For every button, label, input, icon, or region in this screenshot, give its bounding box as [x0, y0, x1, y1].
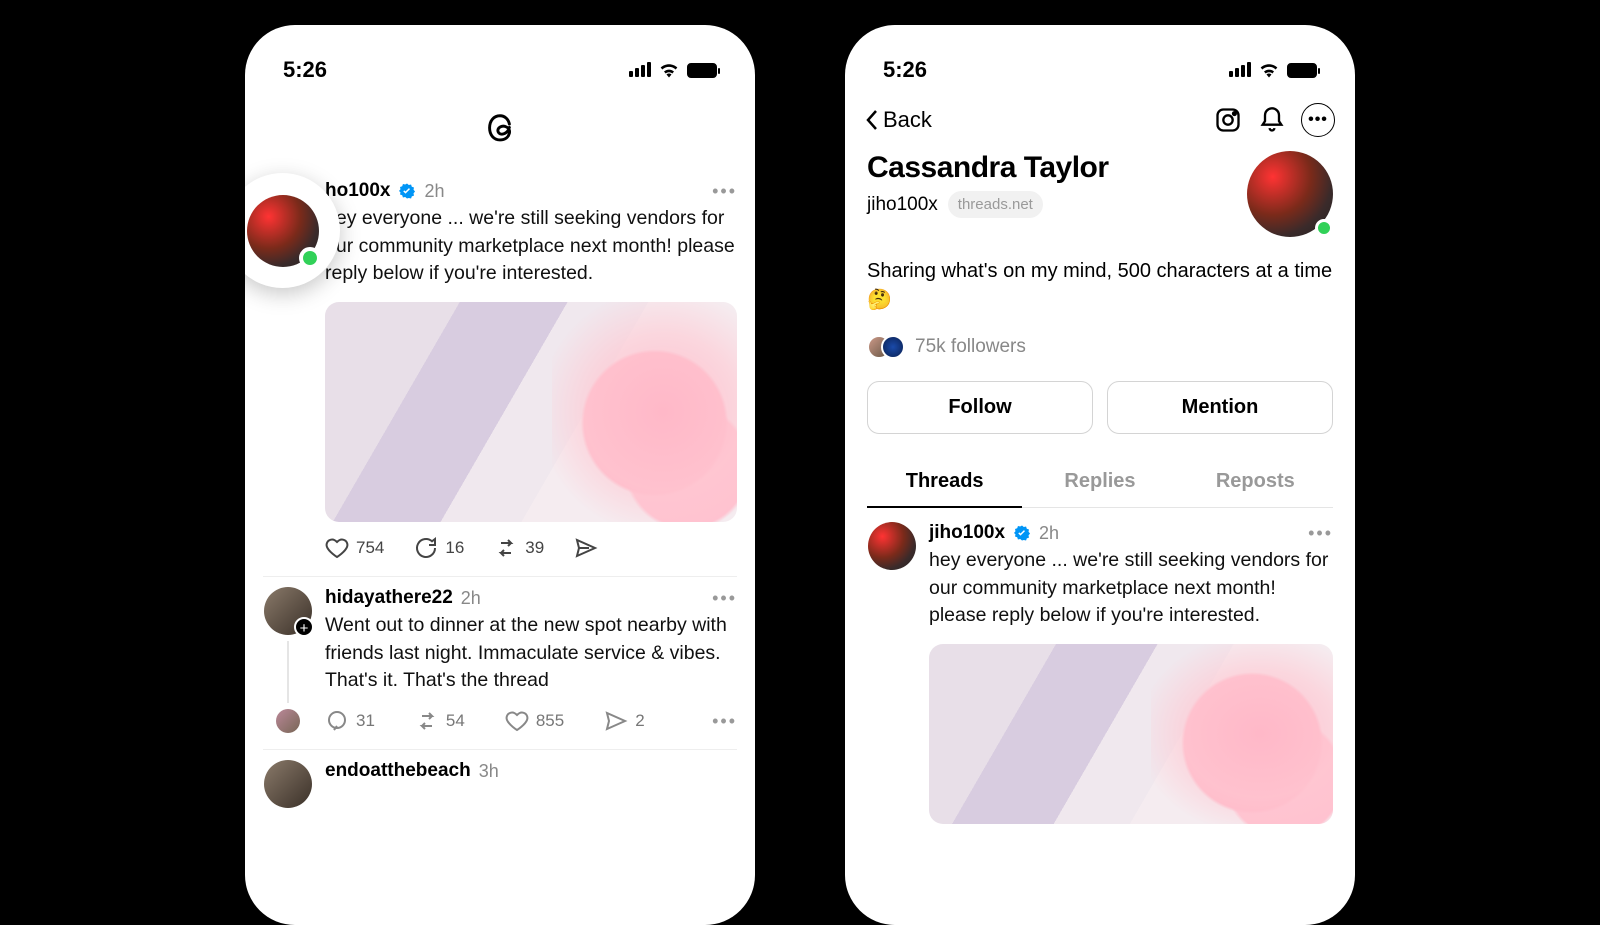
more-options-button[interactable]: •••	[1301, 103, 1335, 137]
comment-button[interactable]: 31	[325, 709, 375, 733]
share-button[interactable]: 2	[604, 709, 644, 733]
follow-button[interactable]: Follow	[867, 381, 1093, 434]
status-indicators	[629, 62, 717, 78]
online-status-dot	[299, 247, 321, 269]
profile-tabs: Threads Replies Reposts	[867, 458, 1333, 508]
wifi-icon	[1259, 62, 1279, 78]
add-icon[interactable]: +	[294, 617, 314, 637]
post-timestamp: 3h	[479, 761, 499, 782]
post-more-button[interactable]: •••	[712, 588, 737, 609]
post-username[interactable]: ho100x	[325, 180, 390, 202]
tab-replies[interactable]: Replies	[1022, 458, 1177, 507]
instagram-icon	[1214, 106, 1242, 134]
back-button[interactable]: Back	[865, 107, 932, 133]
verified-badge-icon	[1013, 524, 1031, 542]
avatar[interactable]: +	[264, 587, 312, 635]
bell-icon	[1258, 106, 1286, 134]
handle: jiho100x	[867, 194, 938, 216]
status-bar: 5:26	[245, 45, 755, 93]
status-time: 5:26	[283, 57, 327, 83]
post-body: Went out to dinner at the new spot nearb…	[325, 612, 737, 695]
like-count: 754	[356, 538, 384, 558]
post[interactable]: + hidayathere22 2h ••• Went out to dinne…	[263, 577, 737, 750]
tab-threads[interactable]: Threads	[867, 458, 1022, 507]
post-timestamp: 2h	[461, 588, 481, 609]
post-more-button[interactable]: •••	[1308, 523, 1333, 544]
ellipsis-icon: •••	[1308, 111, 1328, 129]
like-count: 855	[536, 711, 564, 731]
cellular-icon	[629, 63, 651, 77]
post-timestamp: 2h	[424, 181, 444, 202]
post-actions: 754 16 39	[325, 536, 737, 560]
status-indicators	[1229, 62, 1317, 78]
status-bar: 5:26	[845, 45, 1355, 93]
tab-reposts[interactable]: Reposts	[1178, 458, 1333, 507]
back-label: Back	[883, 107, 932, 133]
repost-count: 54	[446, 711, 465, 731]
phone-left: 5:26 ho100x 2h ••• hey everyone ... we'r	[245, 25, 755, 925]
online-status-dot	[1315, 219, 1333, 237]
like-button[interactable]: 855	[505, 709, 564, 733]
repost-button[interactable]: 39	[494, 536, 544, 560]
verified-badge-icon	[398, 182, 416, 200]
threads-logo[interactable]	[245, 93, 755, 170]
follower-avatars	[867, 335, 905, 359]
wifi-icon	[659, 62, 679, 78]
avatar[interactable]	[868, 522, 916, 570]
thread-line	[287, 641, 289, 703]
post-username[interactable]: jiho100x	[929, 522, 1005, 544]
post[interactable]: jiho100x 2h ••• hey everyone ... we're s…	[867, 522, 1333, 824]
post-body: hey everyone ... we're still seeking ven…	[929, 547, 1333, 630]
post-username[interactable]: hidayathere22	[325, 587, 453, 609]
profile-avatar[interactable]	[1247, 151, 1333, 237]
followers-row[interactable]: 75k followers	[867, 335, 1333, 359]
post-username[interactable]: endoatthebeach	[325, 760, 471, 782]
post-image[interactable]	[929, 644, 1333, 824]
share-button[interactable]	[574, 536, 598, 560]
profile-feed: jiho100x 2h ••• hey everyone ... we're s…	[845, 508, 1355, 824]
post-more-button[interactable]: •••	[712, 181, 737, 202]
cellular-icon	[1229, 63, 1251, 77]
repost-count: 39	[525, 538, 544, 558]
chevron-left-icon	[865, 109, 879, 131]
notifications-button[interactable]	[1257, 105, 1287, 135]
battery-icon	[687, 63, 717, 78]
phone-right: 5:26 Back ••• Cassandra Taylor jiho100	[845, 25, 1355, 925]
avatar[interactable]	[247, 195, 319, 267]
top-bar: Back •••	[845, 93, 1355, 143]
repost-button[interactable]: 54	[415, 709, 465, 733]
like-button[interactable]: 754	[325, 536, 384, 560]
instagram-button[interactable]	[1213, 105, 1243, 135]
post-actions: 31 54 855 2 •••	[325, 709, 737, 733]
post-body: hey everyone ... we're still seeking ven…	[325, 205, 737, 288]
display-name: Cassandra Taylor	[867, 151, 1109, 185]
comment-count: 16	[445, 538, 464, 558]
status-time: 5:26	[883, 57, 927, 83]
avatar[interactable]	[264, 760, 312, 808]
reply-avatar[interactable]	[276, 709, 300, 733]
battery-icon	[1287, 63, 1317, 78]
share-count: 2	[635, 711, 644, 731]
post-image[interactable]	[325, 302, 737, 522]
domain-pill[interactable]: threads.net	[948, 191, 1043, 218]
post-timestamp: 2h	[1039, 523, 1059, 544]
comment-button[interactable]: 16	[414, 536, 464, 560]
post-more-button[interactable]: •••	[712, 711, 737, 732]
comment-count: 31	[356, 711, 375, 731]
bio: Sharing what's on my mind, 500 character…	[867, 257, 1333, 315]
mention-button[interactable]: Mention	[1107, 381, 1333, 434]
post[interactable]: endoatthebeach 3h	[263, 750, 737, 824]
followers-count: 75k followers	[915, 336, 1026, 358]
profile: Cassandra Taylor jiho100x threads.net Sh…	[845, 143, 1355, 508]
